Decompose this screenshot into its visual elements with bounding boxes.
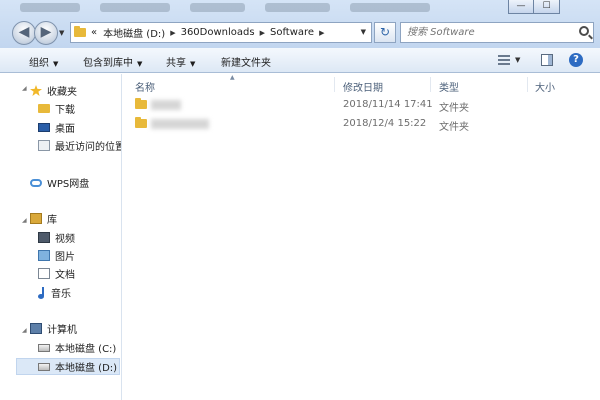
chevron-down-icon: ▼ bbox=[137, 60, 143, 68]
breadcrumb-separator[interactable]: ▶ bbox=[260, 29, 265, 37]
include-in-library-menu[interactable]: 包含到库中 ▼ bbox=[83, 54, 142, 69]
drive-icon bbox=[38, 343, 50, 352]
search-box[interactable] bbox=[400, 22, 594, 43]
sidebar-item-documents[interactable]: 文档 bbox=[38, 265, 75, 282]
sidebar-item-pictures[interactable]: 图片 bbox=[38, 247, 75, 264]
share-label: 共享 bbox=[166, 58, 186, 69]
breadcrumb-software[interactable]: Software bbox=[270, 27, 314, 38]
address-bar[interactable]: « 本地磁盘 (D:) ▶ 360Downloads ▶ Software ▶ … bbox=[70, 22, 372, 43]
sidebar-item-label: 音乐 bbox=[51, 289, 71, 300]
downloads-folder-icon bbox=[38, 104, 50, 113]
file-row[interactable]: 2018/11/14 17:41 文件夹 bbox=[133, 96, 593, 114]
sidebar-item-drive-c[interactable]: 本地磁盘 (C:) bbox=[38, 339, 116, 356]
sidebar-item-label: 桌面 bbox=[55, 124, 75, 135]
window-caption-buttons: — ☐ bbox=[508, 0, 560, 14]
column-divider[interactable] bbox=[430, 77, 431, 92]
video-library-icon bbox=[38, 232, 50, 243]
library-icon bbox=[30, 213, 42, 224]
recent-places-icon bbox=[38, 140, 50, 151]
preview-pane-icon[interactable] bbox=[541, 54, 553, 66]
sidebar-item-label: 库 bbox=[47, 215, 57, 226]
chevron-down-icon[interactable]: ▼ bbox=[515, 56, 520, 64]
column-header-size[interactable]: 大小 bbox=[535, 79, 555, 94]
sidebar-item-label: WPS网盘 bbox=[47, 179, 90, 190]
item-type: 文件夹 bbox=[439, 122, 469, 133]
column-header-type[interactable]: 类型 bbox=[439, 79, 459, 94]
sort-ascending-icon: ▲ bbox=[230, 74, 235, 81]
desktop-icon bbox=[38, 123, 50, 132]
organize-menu[interactable]: 组织 ▼ bbox=[29, 54, 58, 69]
minimize-button[interactable]: — bbox=[508, 0, 534, 14]
refresh-button[interactable]: ↻ bbox=[374, 22, 396, 43]
command-bar: 组织 ▼ 包含到库中 ▼ 共享 ▼ 新建文件夹 ▼ ? bbox=[0, 48, 600, 73]
breadcrumb-360downloads[interactable]: 360Downloads bbox=[181, 27, 255, 38]
back-button[interactable]: ◀ bbox=[12, 21, 36, 45]
redacted-name bbox=[151, 100, 181, 110]
music-library-icon bbox=[38, 286, 46, 299]
sidebar-item-label: 本地磁盘 (D:) bbox=[55, 363, 118, 374]
navigation-pane: ◢ 收藏夹 下载 桌面 最近访问的位置 WPS网盘 ◢ 库 视频 图片 文档 音… bbox=[0, 74, 122, 400]
documents-library-icon bbox=[38, 268, 50, 279]
breadcrumb-separator[interactable]: ▶ bbox=[170, 29, 175, 37]
breadcrumb-separator[interactable]: ▶ bbox=[319, 29, 324, 37]
sidebar-item-computer[interactable]: 计算机 bbox=[30, 320, 77, 337]
title-bar: — ☐ ◀ ▶ ▼ « 本地磁盘 (D:) ▶ 360Downloads ▶ S… bbox=[0, 0, 600, 48]
item-type: 文件夹 bbox=[439, 103, 469, 114]
column-header-modified[interactable]: 修改日期 bbox=[343, 79, 383, 94]
share-menu[interactable]: 共享 ▼ bbox=[166, 54, 195, 69]
sidebar-item-drive-d[interactable]: 本地磁盘 (D:) bbox=[16, 358, 120, 375]
column-divider[interactable] bbox=[527, 77, 528, 92]
sidebar-item-libraries[interactable]: 库 bbox=[30, 210, 57, 227]
sidebar-item-favorites[interactable]: 收藏夹 bbox=[30, 82, 77, 99]
sidebar-item-downloads[interactable]: 下载 bbox=[38, 100, 75, 117]
star-icon bbox=[30, 85, 42, 96]
sidebar-item-videos[interactable]: 视频 bbox=[38, 229, 75, 246]
view-options-icon[interactable] bbox=[498, 55, 510, 65]
drive-icon bbox=[38, 362, 50, 371]
forward-button[interactable]: ▶ bbox=[34, 21, 58, 45]
file-list: ▲ 名称 修改日期 类型 大小 2018/11/14 17:41 文件夹 201… bbox=[123, 74, 600, 400]
address-history-dropdown[interactable]: ▼ bbox=[361, 28, 366, 36]
organize-label: 组织 bbox=[29, 58, 49, 69]
chevron-down-icon: ▼ bbox=[190, 60, 196, 68]
help-icon[interactable]: ? bbox=[569, 53, 583, 67]
file-row[interactable]: 2018/12/4 15:22 文件夹 bbox=[133, 115, 593, 133]
breadcrumb-drive-d[interactable]: 本地磁盘 (D:) bbox=[103, 25, 165, 40]
new-folder-button[interactable]: 新建文件夹 bbox=[221, 54, 271, 69]
sidebar-item-label: 计算机 bbox=[47, 325, 77, 336]
computer-icon bbox=[30, 323, 42, 334]
folder-icon bbox=[135, 117, 147, 128]
sidebar-item-label: 文档 bbox=[55, 270, 75, 281]
search-input[interactable] bbox=[401, 23, 573, 42]
modified-date: 2018/12/4 15:22 bbox=[343, 118, 427, 129]
sidebar-item-recent-places[interactable]: 最近访问的位置 bbox=[38, 137, 122, 154]
sidebar-item-wps-cloud[interactable]: WPS网盘 bbox=[30, 174, 89, 191]
sidebar-item-label: 视频 bbox=[55, 234, 75, 245]
column-divider[interactable] bbox=[334, 77, 335, 92]
expand-arrow-icon[interactable]: ◢ bbox=[22, 327, 27, 334]
search-icon[interactable] bbox=[579, 26, 589, 36]
sidebar-item-music[interactable]: 音乐 bbox=[38, 284, 71, 301]
modified-date: 2018/11/14 17:41 bbox=[343, 99, 433, 110]
sidebar-item-label: 本地磁盘 (C:) bbox=[55, 344, 117, 355]
expand-arrow-icon[interactable]: ◢ bbox=[22, 85, 27, 92]
cloud-icon bbox=[30, 178, 42, 187]
chevron-down-icon: ▼ bbox=[53, 60, 59, 68]
include-in-library-label: 包含到库中 bbox=[83, 58, 133, 69]
folder-icon bbox=[135, 98, 147, 109]
folder-icon bbox=[74, 26, 86, 37]
sidebar-item-label: 图片 bbox=[55, 252, 75, 263]
pictures-library-icon bbox=[38, 250, 50, 261]
redacted-name bbox=[151, 119, 209, 129]
expand-arrow-icon[interactable]: ◢ bbox=[22, 217, 27, 224]
maximize-button[interactable]: ☐ bbox=[534, 0, 560, 14]
column-header-name[interactable]: 名称 bbox=[135, 79, 155, 94]
sidebar-item-label: 最近访问的位置 bbox=[55, 142, 122, 153]
recent-pages-dropdown[interactable]: ▼ bbox=[59, 29, 64, 37]
sidebar-item-label: 收藏夹 bbox=[47, 87, 77, 98]
explorer-window: — ☐ ◀ ▶ ▼ « 本地磁盘 (D:) ▶ 360Downloads ▶ S… bbox=[0, 0, 600, 400]
sidebar-item-desktop[interactable]: 桌面 bbox=[38, 119, 75, 136]
address-overflow[interactable]: « bbox=[91, 27, 97, 38]
sidebar-item-label: 下载 bbox=[55, 105, 75, 116]
